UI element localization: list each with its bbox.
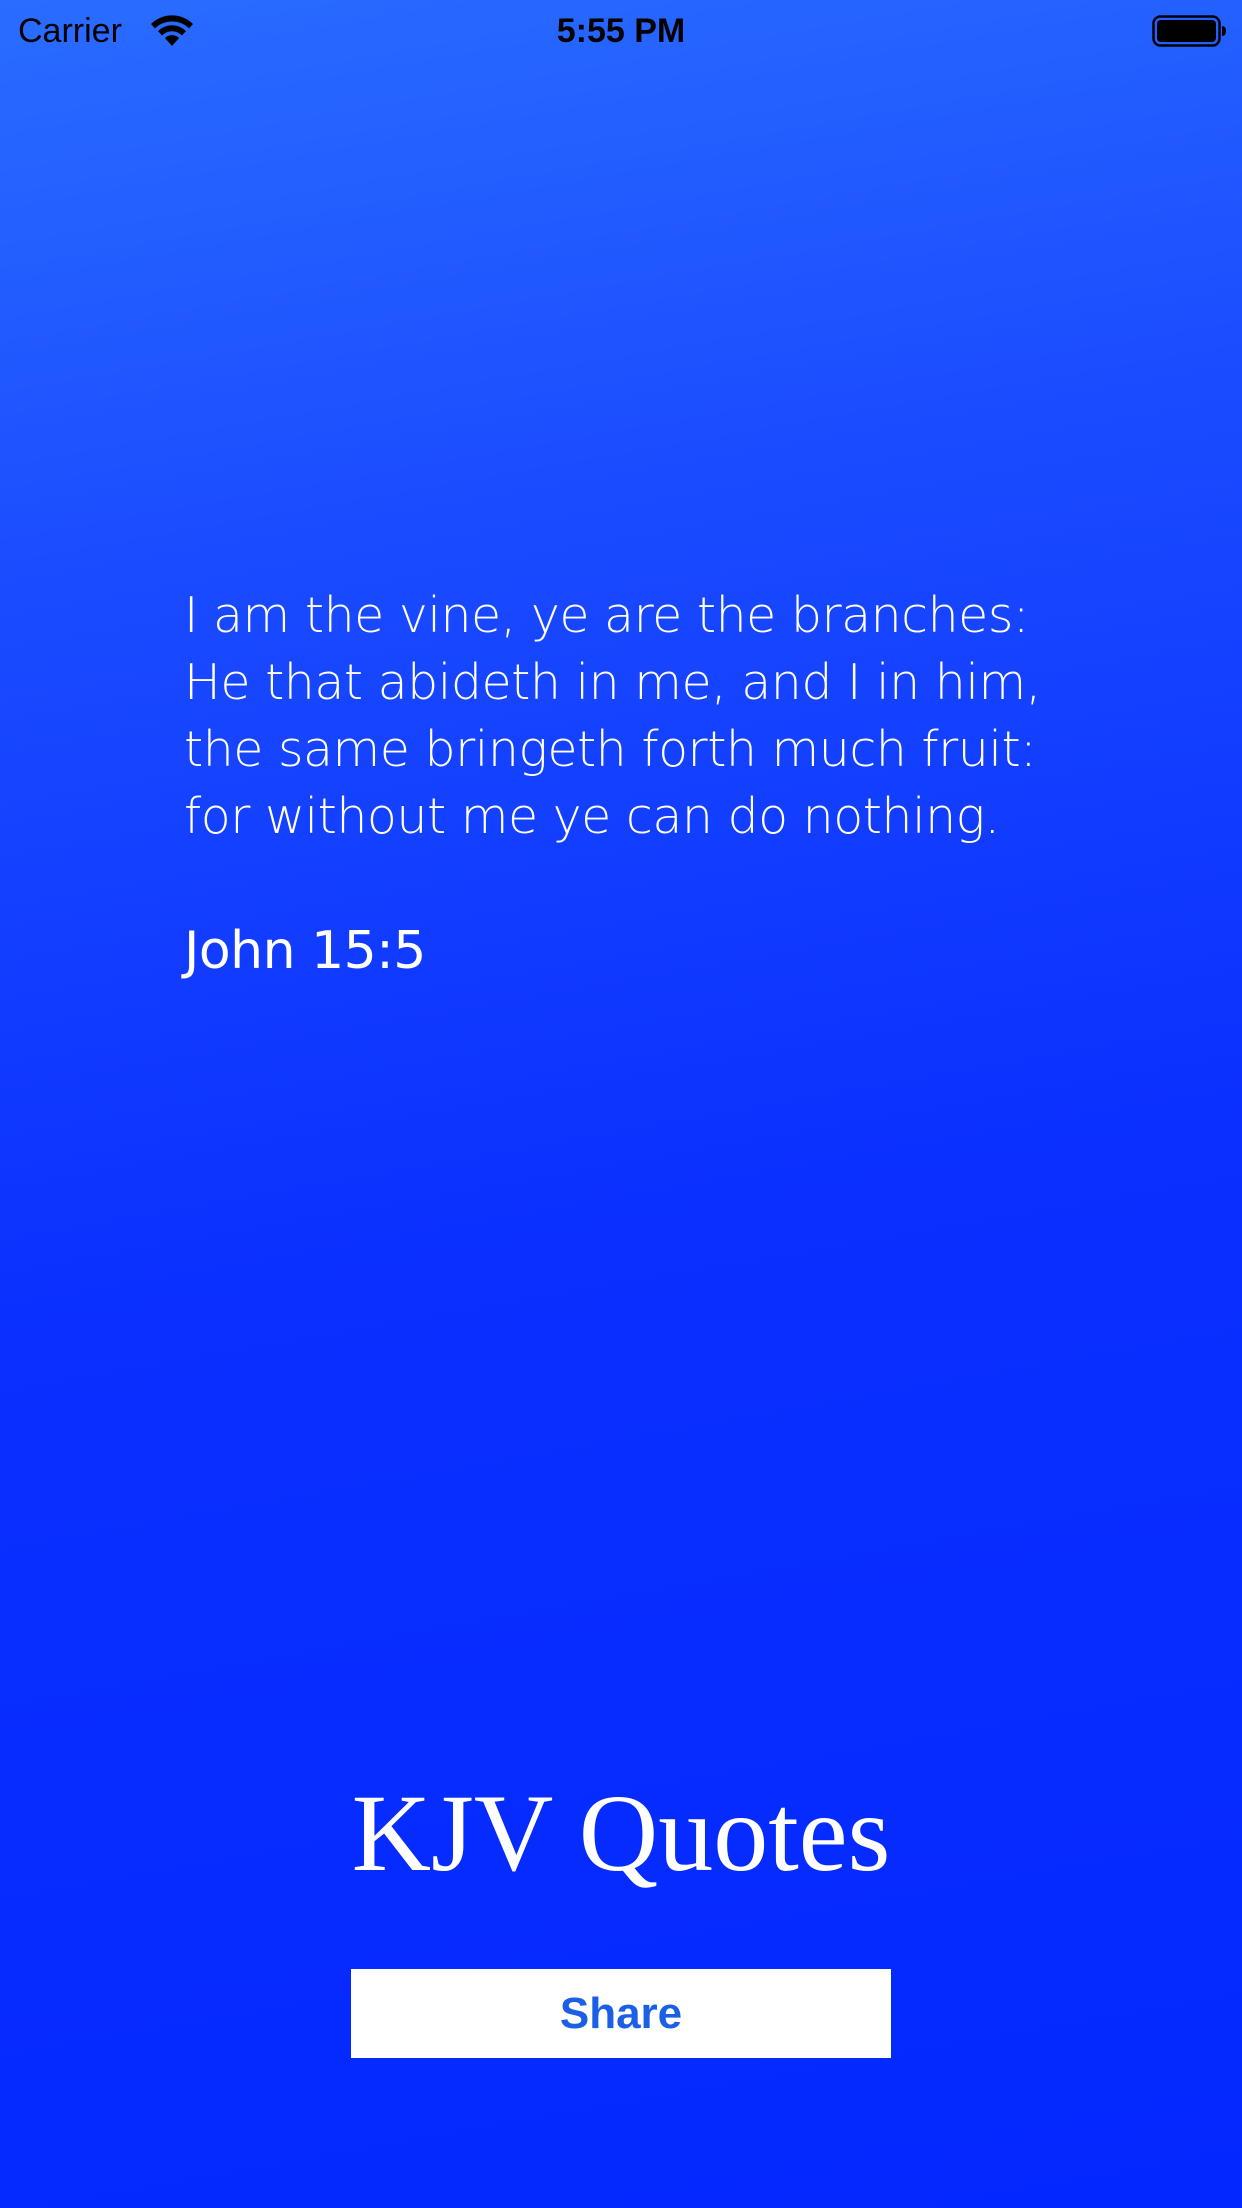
status-time: 5:55 PM bbox=[556, 12, 686, 50]
status-bar: Carrier 5:55 PM bbox=[0, 0, 1242, 62]
battery-icon bbox=[1152, 15, 1226, 47]
quote-line: I am the vine, ye are the branches: bbox=[184, 587, 1029, 644]
quote-line: the same bringeth forth much fruit: bbox=[184, 721, 1037, 778]
share-button[interactable]: Share bbox=[351, 1969, 891, 2058]
quote-line: He that abideth in me, and I in him, bbox=[184, 654, 1041, 711]
quote-text: I am the vine, ye are the branches: He t… bbox=[184, 582, 1084, 850]
quote-line: for without me ye can do nothing. bbox=[184, 788, 1000, 845]
app-title: KJV Quotes bbox=[351, 1772, 891, 1894]
verse-reference: John 15:5 bbox=[184, 921, 426, 981]
